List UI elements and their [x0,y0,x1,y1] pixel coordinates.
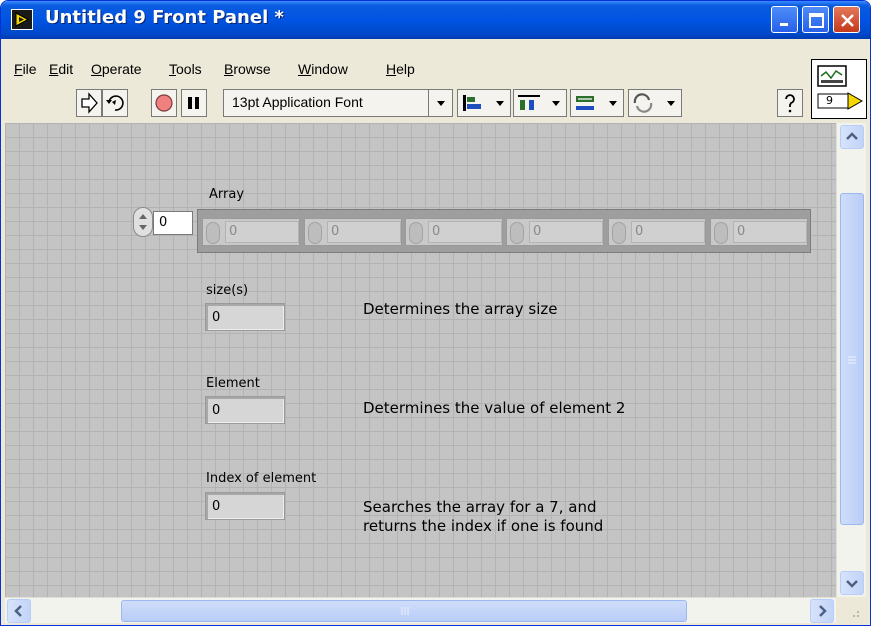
element-spinner-icon [409,222,423,244]
index-of-element-description-line2: returns the index if one is found [363,517,604,535]
index-of-element-label: Index of element [206,471,317,486]
align-objects-button[interactable] [457,89,511,117]
array-element[interactable]: 0 [202,218,300,246]
array-element[interactable]: 0 [506,218,604,246]
maximize-button[interactable] [802,6,829,33]
element-spinner-icon [612,222,626,244]
menu-edit[interactable]: Edit [49,61,73,77]
resize-objects-icon [576,96,617,110]
element-value: 0 [212,403,221,418]
menu-tools[interactable]: Tools [169,61,202,77]
chevron-down-icon [428,90,452,116]
menu-browse[interactable]: Browse [224,61,271,77]
size-label: size(s) [206,283,249,298]
abort-icon [155,94,173,112]
chevron-left-icon [14,605,22,617]
font-selector[interactable]: 13pt Application Font [223,89,453,117]
array-element-value: 0 [631,221,705,243]
resize-objects-button[interactable] [570,89,624,117]
element-spinner-icon [510,222,524,244]
horizontal-scroll-thumb[interactable] [121,600,687,622]
close-button[interactable] [833,6,860,33]
run-continuously-icon [106,95,124,111]
scroll-down-button[interactable] [840,571,864,595]
scroll-left-button[interactable] [7,599,31,623]
array-element[interactable]: 0 [710,218,808,246]
labview-app-icon [11,9,33,30]
scroll-right-button[interactable] [810,599,834,623]
index-of-element-indicator[interactable]: 0 [205,492,285,520]
run-button[interactable] [76,89,102,117]
array-element[interactable]: 0 [608,218,706,246]
array-label: Array [209,187,245,202]
chevron-up-icon [846,132,858,140]
array-element-value: 0 [529,221,603,243]
grip-lines-icon [401,607,409,615]
abort-button[interactable] [151,89,177,117]
font-selector-label: 13pt Application Font [232,94,363,110]
element-indicator[interactable]: 0 [205,396,285,424]
array-control[interactable]: 0 0 0 0 0 0 [197,209,811,253]
vertical-scrollbar[interactable] [836,123,866,597]
vi-icon-number: 9 [826,94,833,107]
menu-file[interactable]: File [14,61,37,77]
array-element[interactable]: 0 [304,218,402,246]
index-of-element-description-line1: Searches the array for a 7, and [363,498,597,516]
array-element-value: 0 [428,221,502,243]
array-element-value: 0 [225,221,299,243]
reorder-icon [633,93,675,113]
chevron-down-icon [846,580,858,588]
window-title: Untitled 9 Front Panel * [45,7,284,28]
element-spinner-icon [714,222,728,244]
menu-operate[interactable]: Operate [91,61,142,77]
element-spinner-icon [206,222,220,244]
element-description: Determines the value of element 2 [363,399,626,417]
chevron-right-icon [819,605,827,617]
distribute-objects-icon [518,95,560,110]
pause-button[interactable] [181,89,207,117]
context-help-button[interactable] [777,89,803,117]
front-panel-window: Untitled 9 Front Panel * File Edit Opera… [0,0,871,626]
horizontal-scrollbar[interactable] [5,597,836,623]
size-value: 0 [212,310,221,325]
labview-vi-icon [817,65,864,110]
vi-icon[interactable]: 9 [811,59,867,119]
element-spinner-icon [308,222,322,244]
title-bar[interactable]: Untitled 9 Front Panel * [1,1,870,39]
element-label: Element [206,376,260,391]
help-icon [785,94,795,113]
reorder-button[interactable] [628,89,682,117]
menu-window[interactable]: Window [298,61,348,77]
size-indicator[interactable]: 0 [205,303,285,331]
pause-icon [188,97,199,109]
run-continuously-button[interactable] [102,89,128,117]
menu-help[interactable]: Help [386,61,415,77]
array-index-spinner[interactable] [133,207,153,237]
distribute-objects-button[interactable] [513,89,567,117]
vertical-scroll-thumb[interactable] [840,193,864,525]
index-of-element-value: 0 [212,499,221,514]
resize-grip[interactable] [839,599,867,623]
size-description: Determines the array size [363,300,558,318]
grip-lines-icon [848,356,856,364]
scroll-up-button[interactable] [840,125,864,149]
align-objects-icon [463,95,504,111]
array-index-display[interactable]: 0 [153,211,193,235]
run-icon [81,92,98,114]
resize-grip-icon [853,611,859,617]
array-element-value: 0 [733,221,807,243]
array-element-value: 0 [327,221,401,243]
minimize-button[interactable] [771,6,798,33]
array-element[interactable]: 0 [405,218,503,246]
